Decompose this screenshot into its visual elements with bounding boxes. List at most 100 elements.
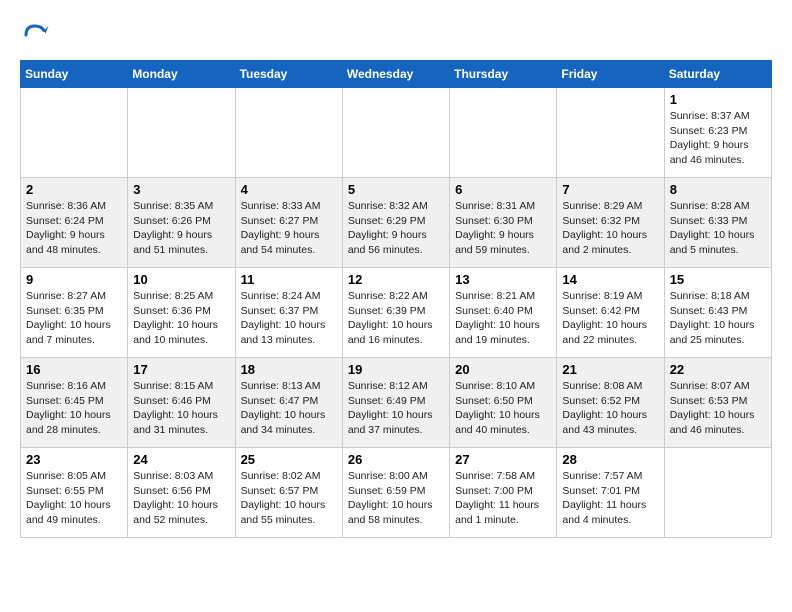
calendar-cell: 4 Sunrise: 8:33 AM Sunset: 6:27 PM Daylig… <box>235 178 342 268</box>
day-number: 19 <box>348 362 444 377</box>
day-number: 3 <box>133 182 229 197</box>
day-info: Sunrise: 8:13 AM Sunset: 6:47 PM Dayligh… <box>241 379 337 438</box>
day-number: 6 <box>455 182 551 197</box>
day-info: Sunrise: 8:31 AM Sunset: 6:30 PM Dayligh… <box>455 199 551 258</box>
day-number: 22 <box>670 362 766 377</box>
day-info: Sunrise: 7:57 AM Sunset: 7:01 PM Dayligh… <box>562 469 658 528</box>
calendar-cell <box>557 88 664 178</box>
day-info: Sunrise: 8:27 AM Sunset: 6:35 PM Dayligh… <box>26 289 122 348</box>
calendar-header-tuesday: Tuesday <box>235 61 342 88</box>
calendar-header-thursday: Thursday <box>450 61 557 88</box>
calendar-cell: 15 Sunrise: 8:18 AM Sunset: 6:43 PM Dayli… <box>664 268 771 358</box>
day-info: Sunrise: 8:24 AM Sunset: 6:37 PM Dayligh… <box>241 289 337 348</box>
calendar-week-3: 9 Sunrise: 8:27 AM Sunset: 6:35 PM Daylig… <box>21 268 772 358</box>
calendar-cell: 26 Sunrise: 8:00 AM Sunset: 6:59 PM Dayli… <box>342 448 449 538</box>
day-number: 15 <box>670 272 766 287</box>
day-info: Sunrise: 8:10 AM Sunset: 6:50 PM Dayligh… <box>455 379 551 438</box>
calendar-cell: 28 Sunrise: 7:57 AM Sunset: 7:01 PM Dayli… <box>557 448 664 538</box>
calendar-table: SundayMondayTuesdayWednesdayThursdayFrid… <box>20 60 772 538</box>
day-info: Sunrise: 8:21 AM Sunset: 6:40 PM Dayligh… <box>455 289 551 348</box>
day-number: 13 <box>455 272 551 287</box>
day-info: Sunrise: 8:29 AM Sunset: 6:32 PM Dayligh… <box>562 199 658 258</box>
calendar-cell: 22 Sunrise: 8:07 AM Sunset: 6:53 PM Dayli… <box>664 358 771 448</box>
calendar-cell: 6 Sunrise: 8:31 AM Sunset: 6:30 PM Daylig… <box>450 178 557 268</box>
day-info: Sunrise: 8:08 AM Sunset: 6:52 PM Dayligh… <box>562 379 658 438</box>
day-info: Sunrise: 8:32 AM Sunset: 6:29 PM Dayligh… <box>348 199 444 258</box>
calendar-cell: 5Sunrise: 8:32 AM Sunset: 6:29 PM Daylig… <box>342 178 449 268</box>
day-number: 21 <box>562 362 658 377</box>
day-number: 9 <box>26 272 122 287</box>
calendar-cell: 23 Sunrise: 8:05 AM Sunset: 6:55 PM Dayli… <box>21 448 128 538</box>
day-info: Sunrise: 8:36 AM Sunset: 6:24 PM Dayligh… <box>26 199 122 258</box>
day-number: 8 <box>670 182 766 197</box>
page-header <box>20 20 772 50</box>
calendar-cell <box>664 448 771 538</box>
day-number: 11 <box>241 272 337 287</box>
day-number: 28 <box>562 452 658 467</box>
day-info: Sunrise: 8:12 AM Sunset: 6:49 PM Dayligh… <box>348 379 444 438</box>
calendar-cell: 14 Sunrise: 8:19 AM Sunset: 6:42 PM Dayli… <box>557 268 664 358</box>
calendar-cell: 8 Sunrise: 8:28 AM Sunset: 6:33 PM Daylig… <box>664 178 771 268</box>
calendar-cell <box>235 88 342 178</box>
day-info: Sunrise: 8:15 AM Sunset: 6:46 PM Dayligh… <box>133 379 229 438</box>
calendar-week-1: 1 Sunrise: 8:37 AM Sunset: 6:23 PM Daylig… <box>21 88 772 178</box>
day-info: Sunrise: 8:18 AM Sunset: 6:43 PM Dayligh… <box>670 289 766 348</box>
calendar-cell: 24 Sunrise: 8:03 AM Sunset: 6:56 PM Dayli… <box>128 448 235 538</box>
day-info: Sunrise: 8:05 AM Sunset: 6:55 PM Dayligh… <box>26 469 122 528</box>
day-info: Sunrise: 8:19 AM Sunset: 6:42 PM Dayligh… <box>562 289 658 348</box>
calendar-week-2: 2 Sunrise: 8:36 AM Sunset: 6:24 PM Daylig… <box>21 178 772 268</box>
day-info: Sunrise: 8:37 AM Sunset: 6:23 PM Dayligh… <box>670 109 766 168</box>
calendar-cell: 27 Sunrise: 7:58 AM Sunset: 7:00 PM Dayli… <box>450 448 557 538</box>
day-number: 20 <box>455 362 551 377</box>
logo-icon <box>20 20 50 50</box>
day-number: 27 <box>455 452 551 467</box>
day-info: Sunrise: 8:02 AM Sunset: 6:57 PM Dayligh… <box>241 469 337 528</box>
calendar-header-monday: Monday <box>128 61 235 88</box>
day-info: Sunrise: 8:25 AM Sunset: 6:36 PM Dayligh… <box>133 289 229 348</box>
day-info: Sunrise: 8:22 AM Sunset: 6:39 PM Dayligh… <box>348 289 444 348</box>
day-number: 14 <box>562 272 658 287</box>
day-number: 24 <box>133 452 229 467</box>
calendar-cell: 21 Sunrise: 8:08 AM Sunset: 6:52 PM Dayli… <box>557 358 664 448</box>
calendar-header-saturday: Saturday <box>664 61 771 88</box>
calendar-cell <box>342 88 449 178</box>
day-info: Sunrise: 8:07 AM Sunset: 6:53 PM Dayligh… <box>670 379 766 438</box>
day-number: 16 <box>26 362 122 377</box>
day-number: 23 <box>26 452 122 467</box>
calendar-header-friday: Friday <box>557 61 664 88</box>
calendar-cell: 16 Sunrise: 8:16 AM Sunset: 6:45 PM Dayli… <box>21 358 128 448</box>
day-info: Sunrise: 8:28 AM Sunset: 6:33 PM Dayligh… <box>670 199 766 258</box>
calendar-cell: 12Sunrise: 8:22 AM Sunset: 6:39 PM Dayli… <box>342 268 449 358</box>
calendar-cell: 9 Sunrise: 8:27 AM Sunset: 6:35 PM Daylig… <box>21 268 128 358</box>
day-info: Sunrise: 8:35 AM Sunset: 6:26 PM Dayligh… <box>133 199 229 258</box>
calendar-cell: 19 Sunrise: 8:12 AM Sunset: 6:49 PM Dayli… <box>342 358 449 448</box>
day-number: 2 <box>26 182 122 197</box>
day-number: 1 <box>670 92 766 107</box>
day-info: Sunrise: 8:16 AM Sunset: 6:45 PM Dayligh… <box>26 379 122 438</box>
calendar-week-5: 23 Sunrise: 8:05 AM Sunset: 6:55 PM Dayli… <box>21 448 772 538</box>
calendar-cell <box>21 88 128 178</box>
calendar-cell: 13 Sunrise: 8:21 AM Sunset: 6:40 PM Dayli… <box>450 268 557 358</box>
calendar-cell: 3 Sunrise: 8:35 AM Sunset: 6:26 PM Daylig… <box>128 178 235 268</box>
calendar-header-sunday: Sunday <box>21 61 128 88</box>
calendar-header-row: SundayMondayTuesdayWednesdayThursdayFrid… <box>21 61 772 88</box>
day-number: 4 <box>241 182 337 197</box>
calendar-cell <box>128 88 235 178</box>
calendar-week-4: 16 Sunrise: 8:16 AM Sunset: 6:45 PM Dayli… <box>21 358 772 448</box>
logo <box>20 20 54 50</box>
day-info: Sunrise: 8:00 AM Sunset: 6:59 PM Dayligh… <box>348 469 444 528</box>
calendar-cell: 1 Sunrise: 8:37 AM Sunset: 6:23 PM Daylig… <box>664 88 771 178</box>
day-number: 7 <box>562 182 658 197</box>
calendar-cell: 7 Sunrise: 8:29 AM Sunset: 6:32 PM Daylig… <box>557 178 664 268</box>
calendar-cell: 17Sunrise: 8:15 AM Sunset: 6:46 PM Dayli… <box>128 358 235 448</box>
day-number: 26 <box>348 452 444 467</box>
day-info: Sunrise: 8:03 AM Sunset: 6:56 PM Dayligh… <box>133 469 229 528</box>
day-info: Sunrise: 7:58 AM Sunset: 7:00 PM Dayligh… <box>455 469 551 528</box>
calendar-header-wednesday: Wednesday <box>342 61 449 88</box>
calendar-cell: 20 Sunrise: 8:10 AM Sunset: 6:50 PM Dayli… <box>450 358 557 448</box>
calendar-cell <box>450 88 557 178</box>
calendar-cell: 18 Sunrise: 8:13 AM Sunset: 6:47 PM Dayli… <box>235 358 342 448</box>
day-info: Sunrise: 8:33 AM Sunset: 6:27 PM Dayligh… <box>241 199 337 258</box>
day-number: 18 <box>241 362 337 377</box>
day-number: 25 <box>241 452 337 467</box>
